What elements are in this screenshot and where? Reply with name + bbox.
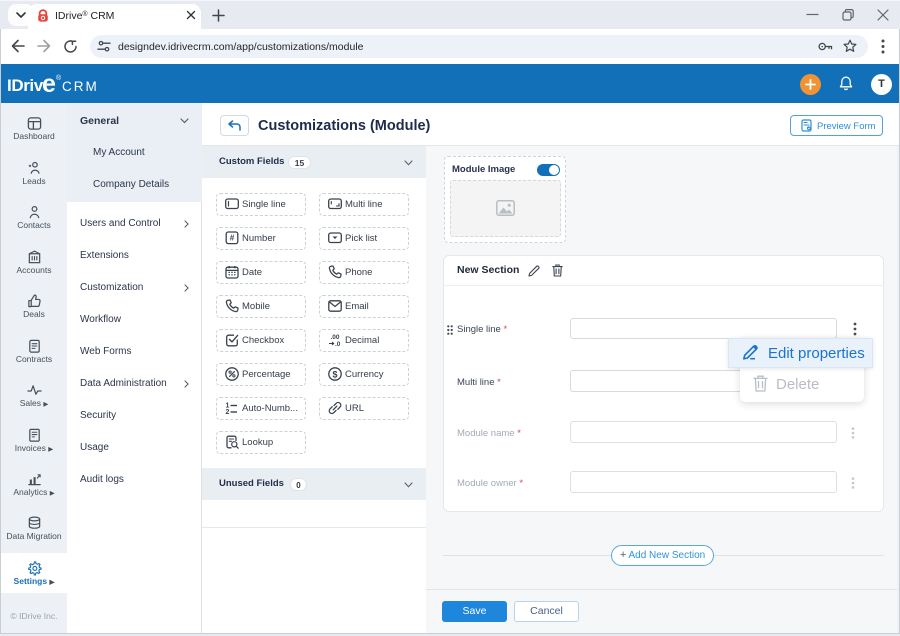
svg-text:.0: .0 xyxy=(335,341,341,347)
svg-text:2: 2 xyxy=(226,409,230,415)
svg-text:#: # xyxy=(230,234,235,243)
svg-text:$: $ xyxy=(332,369,337,379)
svg-text:.00: .00 xyxy=(331,334,340,341)
